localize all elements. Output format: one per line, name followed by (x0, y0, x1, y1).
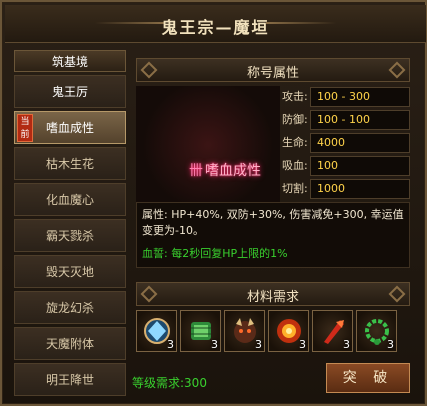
materials-header: 材料需求 (246, 290, 299, 305)
sidebar-item-label: 旋龙幻杀 (45, 301, 94, 315)
material-count: 3 (255, 338, 262, 351)
attribute-description: 属性: HP+40%, 双防+30%, 伤害减免+300, 幸运值变更为-10。 (142, 208, 404, 237)
stat-label: 生命: (282, 136, 308, 149)
materials-header-bar: 材料需求 (136, 282, 410, 306)
title-attr-header-bar: 称号属性 (136, 58, 410, 82)
material-slot[interactable]: 3 (268, 310, 309, 352)
breakthrough-button[interactable]: 突 破 (326, 363, 410, 393)
sidebar-item-xuanlonghuansha[interactable]: 旋龙幻杀 (14, 291, 126, 324)
material-slot[interactable]: 3 (224, 310, 265, 352)
stat-row-cut: 切割: 1000 (282, 179, 410, 199)
title-bar: 鬼王宗—魔垣 (5, 5, 426, 43)
title-badge-mark-icon: 卌 (189, 163, 203, 179)
sidebar-item-label: 毁天灭地 (45, 265, 94, 279)
materials-row: 3 3 3 3 3 3 (136, 310, 410, 354)
sidebar-item-label: 化血魔心 (45, 193, 94, 207)
stat-row-attack: 攻击: 100 - 300 (282, 87, 410, 107)
stat-label: 吸血: (282, 159, 308, 172)
sidebar-item-batianlusha[interactable]: 霸天戮杀 (14, 219, 126, 252)
title-ornament-right (266, 22, 336, 24)
stat-label: 攻击: (282, 90, 308, 103)
material-slot[interactable]: 3 (356, 310, 397, 352)
level-requirement: 等级需求:300 (132, 376, 207, 390)
title-attr-header: 称号属性 (246, 66, 299, 81)
sidebar-item-shixuechengxing[interactable]: 当前 嗜血成性 (14, 111, 126, 144)
realm-sidebar: 筑基境 鬼王厉 当前 嗜血成性 枯木生花 化血魔心 霸天戮杀 毁天灭地 旋龙幻杀… (14, 50, 126, 400)
material-slot[interactable]: 3 (180, 310, 221, 352)
sidebar-item-huitianmiedi[interactable]: 毁天灭地 (14, 255, 126, 288)
sidebar-item-huaxuemoxin[interactable]: 化血魔心 (14, 183, 126, 216)
current-tag: 当前 (17, 114, 33, 142)
sidebar-item-tianmofuti[interactable]: 天魔附体 (14, 327, 126, 360)
title-badge: 卌嗜血成性 (178, 160, 272, 180)
sidebar-item-mingwangjiangshi[interactable]: 明王降世 (14, 363, 126, 396)
material-count: 3 (167, 338, 174, 351)
stat-label: 切割: (282, 182, 308, 195)
material-count: 3 (211, 338, 218, 351)
material-slot[interactable]: 3 (136, 310, 177, 352)
title-badge-text: 嗜血成性 (205, 163, 261, 179)
description-box: 属性: HP+40%, 双防+30%, 伤害减免+300, 幸运值变更为-10。… (136, 202, 410, 268)
realm-header: 筑基境 (14, 50, 126, 72)
material-count: 3 (343, 338, 350, 351)
sidebar-item-label: 霸天戮杀 (45, 229, 94, 243)
stat-value: 1000 (310, 179, 410, 199)
window-title: 鬼王宗—魔垣 (161, 18, 270, 37)
stat-value: 100 (310, 156, 410, 176)
sidebar-item-label: 鬼王厉 (51, 85, 88, 99)
material-count: 3 (387, 338, 394, 351)
blood-oath-text: 血誓: 每2秒回复HP上限的1% (142, 247, 288, 260)
sidebar-item-label: 枯木生花 (45, 157, 94, 171)
title-display-area: 卌嗜血成性 (136, 86, 280, 204)
stats-list: 攻击: 100 - 300 防御: 100 - 100 生命: 4000 吸血:… (282, 87, 410, 202)
stat-row-hp: 生命: 4000 (282, 133, 410, 153)
stat-value: 100 - 300 (310, 87, 410, 107)
dialog-window: 鬼王宗—魔垣 筑基境 鬼王厉 当前 嗜血成性 枯木生花 化血魔心 霸天戮杀 毁天… (0, 0, 427, 406)
material-count: 3 (299, 338, 306, 351)
stat-value: 4000 (310, 133, 410, 153)
sidebar-item-label: 明王降世 (45, 373, 94, 387)
sidebar-item-label: 天魔附体 (45, 337, 94, 351)
stat-row-lifesteal: 吸血: 100 (282, 156, 410, 176)
sidebar-item-label: 嗜血成性 (45, 121, 94, 135)
main-panel: 称号属性 卌嗜血成性 攻击: 100 - 300 防御: 100 - 100 生… (130, 50, 416, 400)
stat-row-defense: 防御: 100 - 100 (282, 110, 410, 130)
sidebar-item-kumushenghua[interactable]: 枯木生花 (14, 147, 126, 180)
stat-value: 100 - 100 (310, 110, 410, 130)
stat-label: 防御: (282, 113, 308, 126)
sidebar-item-guiwangli[interactable]: 鬼王厉 (14, 75, 126, 108)
material-slot[interactable]: 3 (312, 310, 353, 352)
